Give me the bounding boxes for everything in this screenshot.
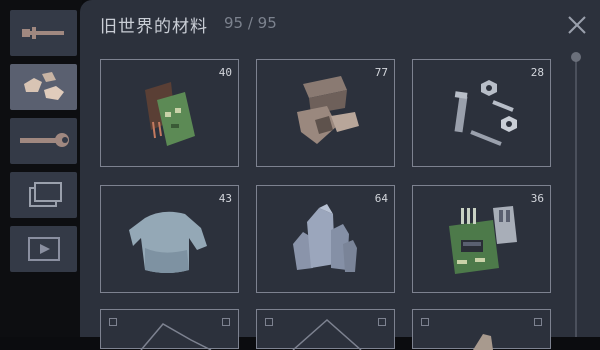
inventory-slot[interactable]: 40 — [100, 59, 239, 167]
item-quantity: 28 — [530, 66, 544, 79]
close-icon[interactable] — [566, 14, 588, 36]
category-sidebar — [0, 0, 82, 337]
item-quantity: 36 — [530, 192, 544, 205]
tab-videos[interactable] — [10, 226, 77, 272]
item-quantity: 64 — [374, 192, 388, 205]
inventory-slot[interactable] — [256, 309, 395, 350]
scrollbar-track[interactable] — [575, 55, 577, 337]
windows-icon — [28, 182, 62, 207]
inventory-slot[interactable] — [100, 309, 239, 350]
sword-icon — [21, 27, 64, 39]
inventory-slot[interactable]: 77 — [256, 59, 395, 167]
item-quantity: 40 — [218, 66, 232, 79]
play-video-icon — [27, 237, 60, 261]
partial-item-icon — [473, 334, 493, 350]
item-quantity: 77 — [374, 66, 388, 79]
item-quantity: 43 — [218, 192, 232, 205]
tab-weapons[interactable] — [10, 10, 77, 56]
partial-item-icon — [292, 318, 362, 350]
inventory-slot[interactable]: 36 — [412, 185, 551, 293]
scrollbar-thumb[interactable] — [571, 52, 581, 62]
rocks-icon — [23, 72, 64, 100]
inventory-slot[interactable]: 64 — [256, 185, 395, 293]
item-count: 95 / 95 — [224, 14, 277, 32]
tab-tools[interactable] — [10, 118, 77, 164]
wrench-icon — [19, 133, 69, 147]
tab-materials[interactable] — [10, 64, 77, 110]
inventory-slot[interactable]: 28 — [412, 59, 551, 167]
inventory-slot[interactable]: 43 — [100, 185, 239, 293]
page-title: 旧世界的材料 — [100, 17, 208, 37]
inventory-slot[interactable] — [412, 309, 551, 350]
partial-item-icon — [140, 323, 212, 350]
tab-collectibles[interactable] — [10, 172, 77, 218]
